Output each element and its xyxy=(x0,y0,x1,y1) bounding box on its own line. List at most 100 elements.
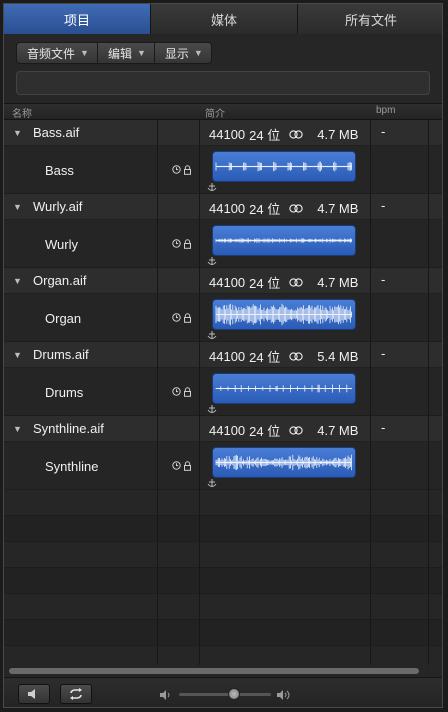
scrollbar-thumb[interactable] xyxy=(9,668,419,674)
chevron-down-icon: ▼ xyxy=(136,48,146,58)
audio-region[interactable] xyxy=(212,373,356,404)
clock-icon xyxy=(172,461,181,470)
bpm-value: - xyxy=(381,124,386,139)
region-row[interactable]: Organ xyxy=(4,294,442,342)
region-row[interactable]: Synthline xyxy=(4,442,442,490)
file-size: 4.7 MB xyxy=(317,201,359,216)
bit-depth: 24 位 xyxy=(249,202,281,217)
disclosure-triangle-icon[interactable]: ▼ xyxy=(13,276,22,286)
column-divider xyxy=(199,120,200,665)
lock-icon xyxy=(184,461,191,471)
stereo-icon xyxy=(289,278,303,287)
waveform xyxy=(215,238,352,243)
audio-region[interactable] xyxy=(212,225,356,256)
disclosure-triangle-icon[interactable]: ▼ xyxy=(13,424,22,434)
stereo-icon xyxy=(289,130,303,139)
toolbar: 音频文件 ▼ 编辑 ▼ 显示 ▼ xyxy=(16,42,212,64)
audio-region[interactable] xyxy=(212,151,356,182)
file-size: 4.7 MB xyxy=(317,127,359,142)
region-status-icons xyxy=(172,313,192,323)
region-status-icons xyxy=(172,461,192,471)
chevron-down-icon: ▼ xyxy=(193,48,203,58)
waveform xyxy=(215,161,352,172)
audio-region[interactable] xyxy=(212,299,356,330)
column-divider xyxy=(370,120,371,665)
lock-icon xyxy=(184,165,191,175)
file-row[interactable]: ▼ Wurly.aif 44100 24 位 4.7 MB - xyxy=(4,194,442,220)
file-row[interactable]: ▼ Synthline.aif 44100 24 位 4.7 MB - xyxy=(4,416,442,442)
search-field[interactable] xyxy=(16,71,430,95)
preview-speaker-button[interactable] xyxy=(18,684,50,704)
file-name: Synthline.aif xyxy=(33,421,104,436)
file-row[interactable]: ▼ Bass.aif 44100 24 位 4.7 MB - xyxy=(4,120,442,146)
tab-project[interactable]: 项目 xyxy=(4,4,151,34)
file-row[interactable]: ▼ Organ.aif 44100 24 位 4.7 MB - xyxy=(4,268,442,294)
region-row[interactable]: Wurly xyxy=(4,220,442,268)
sample-rate: 44100 xyxy=(209,275,246,290)
audio-file-list: ▼ Bass.aif 44100 24 位 4.7 MB - Bass ▼ Wurly.aif… xyxy=(4,120,442,665)
tab-all-files[interactable]: 所有文件 xyxy=(298,4,442,34)
bit-depth: 24 位 xyxy=(249,276,281,291)
table-header: 名称 简介 bpm xyxy=(4,103,442,120)
disclosure-triangle-icon[interactable]: ▼ xyxy=(13,350,22,360)
region-name: Synthline xyxy=(45,459,99,474)
tab-media[interactable]: 媒体 xyxy=(151,4,298,34)
file-name: Wurly.aif xyxy=(33,199,83,214)
file-size: 5.4 MB xyxy=(317,349,359,364)
bpm-value: - xyxy=(381,272,386,287)
tab-bar: 项目 媒体 所有文件 xyxy=(4,4,442,34)
column-header-bpm[interactable]: bpm xyxy=(376,105,395,116)
file-size: 4.7 MB xyxy=(317,423,359,438)
file-info: 44100 24 位 4.7 MB xyxy=(209,273,358,292)
disclosure-triangle-icon[interactable]: ▼ xyxy=(13,202,22,212)
empty-row xyxy=(4,646,442,665)
column-divider xyxy=(428,120,429,665)
audio-region[interactable] xyxy=(212,447,356,478)
sample-rate: 44100 xyxy=(209,349,246,364)
lock-icon xyxy=(184,313,191,323)
file-row[interactable]: ▼ Drums.aif 44100 24 位 5.4 MB - xyxy=(4,342,442,368)
bit-depth: 24 位 xyxy=(249,424,281,439)
chevron-down-icon: ▼ xyxy=(80,48,89,58)
bottom-bar xyxy=(4,677,442,707)
empty-row xyxy=(4,490,442,516)
region-row[interactable]: Bass xyxy=(4,146,442,194)
bpm-value: - xyxy=(381,198,386,213)
region-status-icons xyxy=(172,239,192,249)
bit-depth: 24 位 xyxy=(249,128,281,143)
disclosure-triangle-icon[interactable]: ▼ xyxy=(13,128,22,138)
empty-row xyxy=(4,594,442,620)
volume-high-icon xyxy=(277,690,290,700)
clock-icon xyxy=(172,239,181,248)
empty-row xyxy=(4,568,442,594)
view-menu-button[interactable]: 显示 ▼ xyxy=(154,42,212,64)
empty-row xyxy=(4,620,442,646)
sample-rate: 44100 xyxy=(209,423,246,438)
empty-row xyxy=(4,542,442,568)
audio-file-menu-button[interactable]: 音频文件 ▼ xyxy=(16,42,98,64)
speaker-icon xyxy=(28,689,35,699)
region-status-icons xyxy=(172,387,192,397)
edit-menu-button[interactable]: 编辑 ▼ xyxy=(97,42,155,64)
file-size: 4.7 MB xyxy=(317,275,359,290)
empty-row xyxy=(4,516,442,542)
horizontal-scrollbar[interactable] xyxy=(4,665,442,677)
region-name: Drums xyxy=(45,385,84,400)
waveform xyxy=(215,303,352,326)
volume-slider[interactable] xyxy=(179,688,271,700)
loop-button[interactable] xyxy=(60,684,92,704)
column-header-info[interactable]: 简介 xyxy=(205,105,225,120)
volume-slider-knob[interactable] xyxy=(228,688,241,700)
bpm-value: - xyxy=(381,346,386,361)
stereo-icon xyxy=(289,204,303,213)
waveform xyxy=(215,384,352,393)
waveform xyxy=(215,454,352,471)
region-name: Organ xyxy=(45,311,82,326)
column-header-name[interactable]: 名称 xyxy=(12,105,32,120)
sample-rate: 44100 xyxy=(209,127,246,142)
region-row[interactable]: Drums xyxy=(4,368,442,416)
region-name: Wurly xyxy=(45,237,78,252)
region-name: Bass xyxy=(45,163,74,178)
file-info: 44100 24 位 5.4 MB xyxy=(209,347,358,366)
file-name: Bass.aif xyxy=(33,125,80,140)
